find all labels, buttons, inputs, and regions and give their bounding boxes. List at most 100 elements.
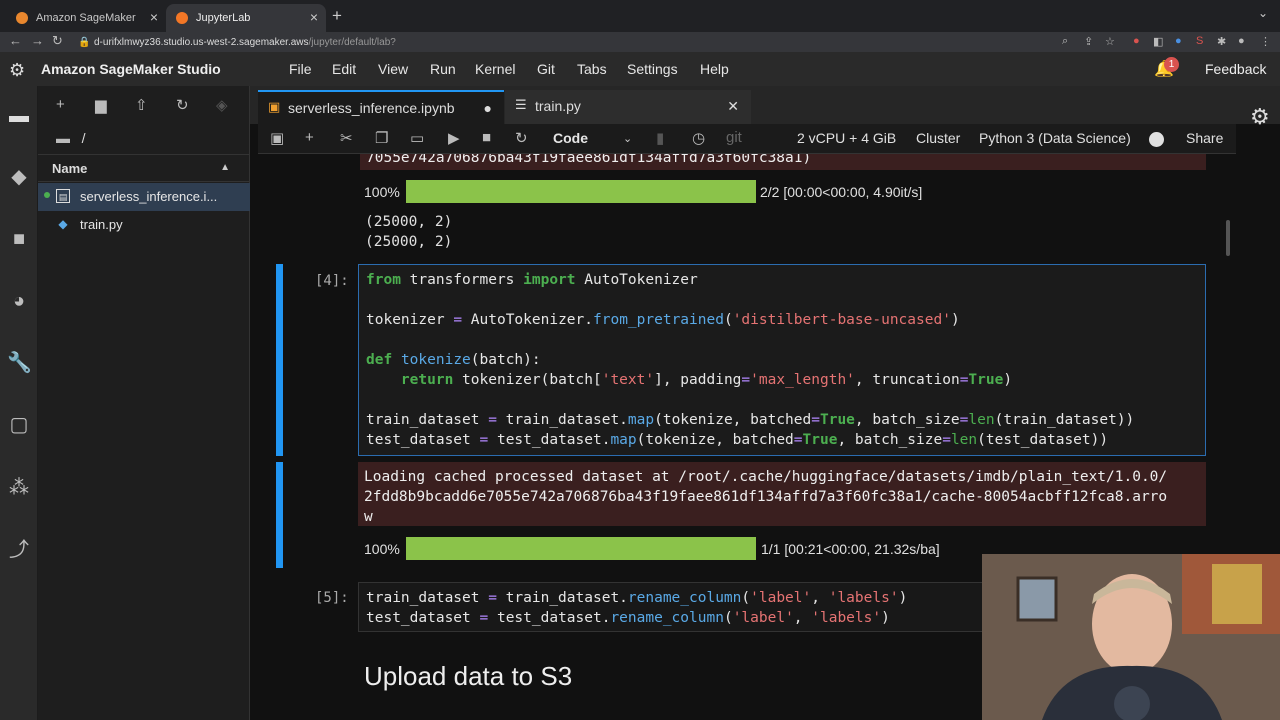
- interrupt-icon[interactable]: ■: [482, 129, 491, 146]
- url-field[interactable]: 🔒 d-urifxlmwyz36.studio.us-west-2.sagema…: [74, 34, 1054, 51]
- menu-run[interactable]: Run: [430, 61, 456, 77]
- share-page-icon[interactable]: ⇪: [1084, 35, 1093, 48]
- markdown-heading: Upload data to S3: [364, 661, 573, 691]
- close-icon[interactable]: ×: [310, 9, 318, 25]
- name-column-header[interactable]: Name: [52, 161, 87, 176]
- browser-tab-sagemaker[interactable]: Amazon SageMaker ×: [6, 4, 166, 32]
- menu-settings[interactable]: Settings: [627, 61, 678, 77]
- unsaved-dot-icon[interactable]: ●: [484, 100, 492, 116]
- file-item-python[interactable]: ◆ train.py: [38, 211, 250, 239]
- reload-icon[interactable]: ↻: [52, 33, 63, 49]
- stderr-output: Loading cached processed dataset at /roo…: [358, 462, 1206, 526]
- browser-tab-label: JupyterLab: [196, 12, 251, 24]
- forward-icon[interactable]: →: [31, 33, 44, 48]
- new-launcher-icon[interactable]: +: [56, 96, 65, 113]
- save-icon[interactable]: ▣: [270, 129, 284, 147]
- lock-icon: 🔒: [78, 37, 91, 48]
- output-collapser[interactable]: [276, 462, 283, 568]
- browser-menu-icon[interactable]: ⋮: [1260, 35, 1271, 48]
- file-list-header[interactable]: Name ▲: [38, 154, 250, 182]
- extensions-puzzle-icon[interactable]: ✱: [1217, 35, 1226, 48]
- url-host: d-urifxlmwyz36.studio.us-west-2.sagemake…: [94, 37, 309, 48]
- tab-search-icon[interactable]: ⌄: [1258, 6, 1268, 20]
- browser-tab-jupyterlab[interactable]: JupyterLab ×: [166, 4, 326, 32]
- pipeline-icon[interactable]: ⤴: [7, 538, 31, 562]
- progress-status: 1/1 [00:21<00:00, 21.32s/ba]: [761, 541, 940, 557]
- notebook-file-icon: ▤: [56, 189, 70, 203]
- menu-kernel[interactable]: Kernel: [475, 61, 515, 77]
- insert-cell-icon[interactable]: +: [305, 129, 314, 146]
- extension-icon[interactable]: ●: [1133, 35, 1140, 47]
- new-folder-icon[interactable]: ▆: [95, 96, 107, 114]
- run-icon[interactable]: ▶: [448, 129, 460, 147]
- tabs-icon[interactable]: ▢: [7, 413, 31, 437]
- menu-tabs[interactable]: Tabs: [577, 61, 607, 77]
- document-tab-bar: ▣ serverless_inference.ipynb ● ☰ train.p…: [250, 86, 1280, 124]
- components-icon[interactable]: ⁂: [7, 476, 31, 500]
- menu-view[interactable]: View: [378, 61, 408, 77]
- extension-icon[interactable]: S: [1196, 35, 1203, 47]
- code-cell-editor[interactable]: from transformers import AutoTokenizer t…: [358, 264, 1206, 456]
- chevron-down-icon[interactable]: ⌄: [623, 132, 632, 145]
- clock-icon[interactable]: ◷: [692, 129, 705, 147]
- kernel-status-indicator: [1149, 132, 1164, 147]
- text-file-icon: ☰: [515, 97, 527, 112]
- git-icon[interactable]: git: [726, 129, 742, 146]
- zoom-icon[interactable]: ⌕: [1062, 35, 1068, 48]
- profile-icon[interactable]: ●: [1238, 35, 1245, 47]
- breadcrumb[interactable]: ▬ /: [56, 130, 86, 146]
- menu-git[interactable]: Git: [537, 61, 555, 77]
- new-tab-button[interactable]: +: [332, 6, 342, 26]
- cell-type-select[interactable]: Code: [553, 130, 588, 146]
- feedback-button[interactable]: Feedback: [1205, 61, 1266, 77]
- close-icon[interactable]: ×: [150, 9, 158, 25]
- extension-icon[interactable]: ●: [1175, 35, 1182, 47]
- menu-help[interactable]: Help: [700, 61, 729, 77]
- cut-icon[interactable]: ✂: [340, 129, 353, 147]
- wrench-icon[interactable]: 🔧: [7, 351, 32, 375]
- share-button[interactable]: Share: [1186, 130, 1223, 146]
- palette-icon[interactable]: ◕: [7, 289, 31, 313]
- sagemaker-logo-icon: ⚙: [9, 60, 26, 80]
- menu-edit[interactable]: Edit: [332, 61, 356, 77]
- cluster-button[interactable]: Cluster: [916, 130, 960, 146]
- close-icon[interactable]: ✕: [727, 98, 739, 115]
- progress-percent: 100%: [364, 184, 400, 200]
- active-cell-collapser[interactable]: [276, 264, 283, 456]
- extension-icon[interactable]: ◧: [1153, 35, 1163, 48]
- code-text: from transformers import AutoTokenizer t…: [366, 272, 1135, 448]
- terminal-icon[interactable]: ▮: [656, 129, 664, 147]
- kernel-name-button[interactable]: Python 3 (Data Science): [979, 130, 1131, 146]
- progress-fill: [406, 180, 756, 203]
- property-inspector-gear-icon[interactable]: ⚙: [1250, 104, 1270, 130]
- paste-icon[interactable]: ▭: [410, 129, 424, 147]
- refresh-icon[interactable]: ↻: [176, 96, 189, 114]
- webcam-figure: [982, 554, 1280, 720]
- tab-label: train.py: [535, 98, 581, 114]
- git-icon[interactable]: ◆: [7, 165, 31, 189]
- restart-icon[interactable]: ↻: [515, 129, 528, 147]
- menu-file[interactable]: File: [289, 61, 312, 77]
- git-clone-icon[interactable]: ◈: [216, 96, 228, 114]
- notebook-scrollbar[interactable]: [1226, 220, 1230, 256]
- progress-status: 2/2 [00:00<00:00, 4.90it/s]: [760, 184, 923, 200]
- webcam-overlay-image: [982, 554, 1280, 720]
- jupyter-favicon-icon: [176, 12, 188, 24]
- cell-prompt: [5]:: [315, 590, 349, 606]
- copy-icon[interactable]: ❐: [375, 129, 388, 147]
- tab-train-py[interactable]: ☰ train.py ✕: [505, 90, 751, 124]
- output-line: (25000, 2): [365, 214, 453, 230]
- progress-bar: [406, 537, 756, 560]
- breadcrumb-root[interactable]: /: [82, 130, 86, 146]
- progress-fill: [406, 537, 756, 560]
- tab-serverless-inference[interactable]: ▣ serverless_inference.ipynb ●: [258, 90, 504, 124]
- file-item-notebook[interactable]: ▤ serverless_inference.i...: [38, 183, 250, 211]
- tab-label: serverless_inference.ipynb: [288, 100, 455, 116]
- bookmark-star-icon[interactable]: ☆: [1105, 35, 1115, 48]
- running-terminals-icon[interactable]: ■: [7, 227, 31, 251]
- instance-type-button[interactable]: 2 vCPU + 4 GiB: [797, 130, 896, 146]
- file-browser-folder-icon[interactable]: ▬: [7, 104, 31, 128]
- back-icon[interactable]: ←: [9, 33, 22, 48]
- upload-icon[interactable]: ⇧: [135, 96, 148, 114]
- app-title: Amazon SageMaker Studio: [41, 61, 221, 77]
